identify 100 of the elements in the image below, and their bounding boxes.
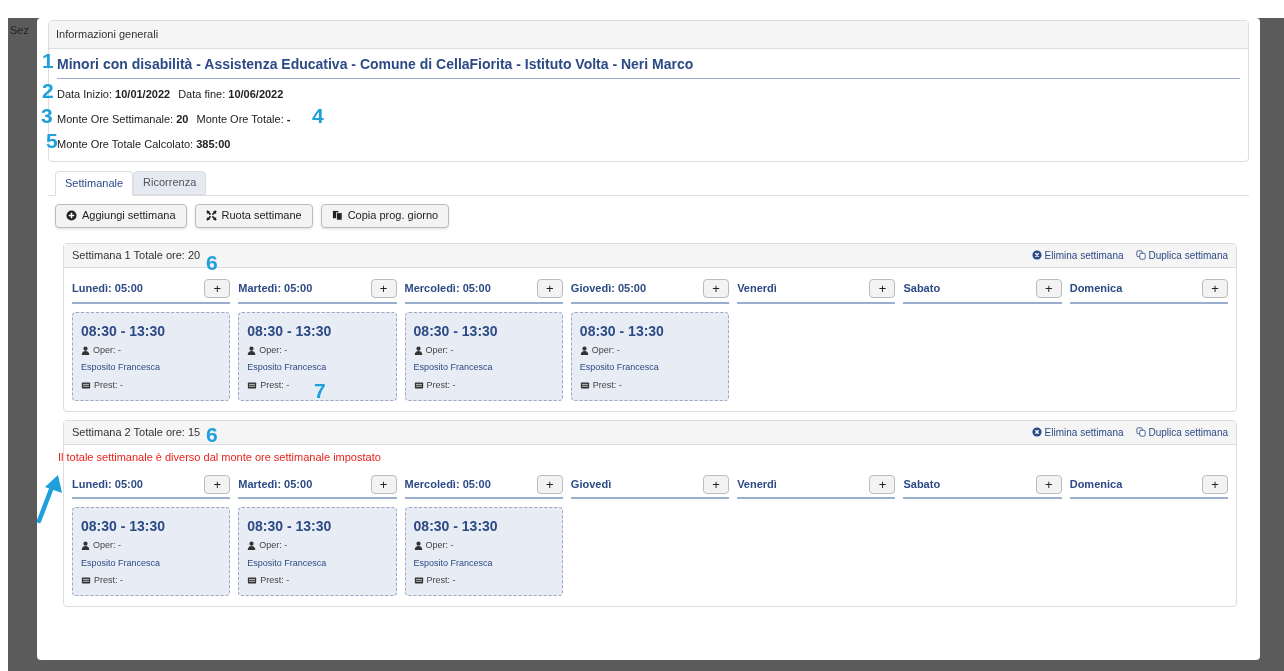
day-label: Sabato <box>903 476 941 492</box>
card-icon <box>413 380 424 390</box>
day-label: Mercoledì: 05:00 <box>404 281 491 297</box>
annotation-number: 6 <box>206 424 218 445</box>
time-range: 08:30 - 13:30 <box>413 517 499 536</box>
time-range: 08:30 - 13:30 <box>413 321 499 341</box>
operator-name: Esposito Francesca <box>579 361 660 374</box>
day-label: Domenica <box>1069 281 1123 297</box>
time-slot-card[interactable]: 08:30 - 13:30 Oper: - Esposito Francesca Prest: - <box>72 311 231 401</box>
annotation-number: 4 <box>312 105 324 126</box>
toolbar-button[interactable]: Copia prog. giorno <box>320 203 450 228</box>
operator-text: Oper: - <box>259 343 288 357</box>
day-label: Sabato <box>903 281 941 297</box>
panel-heading: Informazioni generali <box>49 21 1248 49</box>
add-button[interactable]: + <box>703 279 730 298</box>
operator-name: Esposito Francesca <box>413 361 494 374</box>
week-action-link[interactable]: Elimina settimana <box>1031 247 1124 263</box>
toolbar-button[interactable]: Ruota settimane <box>194 203 313 228</box>
info-field: Monte Ore Totale: - <box>196 110 291 128</box>
day-label: Domenica <box>1069 476 1123 492</box>
copy-icon <box>1135 250 1146 260</box>
day-label: Lunedì: 05:00 <box>72 281 143 297</box>
record-title: Minori con disabilità - Assistenza Educativa - Comune di CellaFiorita - Istituto Volta - Neri Marco <box>57 53 1240 79</box>
annotation-number: 1 <box>42 50 54 71</box>
card-icon <box>81 576 91 586</box>
annotation-number: 7 <box>314 380 326 401</box>
annotation-number: 5 <box>46 130 58 151</box>
user-icon <box>81 541 90 551</box>
time-slot-card[interactable]: 08:30 - 13:30 Oper: - Esposito Francesca Prest: - <box>570 311 730 401</box>
time-range: 08:30 - 13:30 <box>579 321 665 341</box>
tab[interactable]: Settimanale <box>55 170 134 196</box>
service-text: Prest: - <box>260 574 290 587</box>
operator-text: Oper: - <box>591 343 620 357</box>
week-action-link[interactable]: Elimina settimana <box>1031 424 1124 440</box>
card-icon <box>247 576 258 586</box>
user-icon <box>247 541 257 551</box>
copy-icon <box>331 210 343 221</box>
operator-name: Esposito Francesca <box>81 556 162 570</box>
tab[interactable]: Ricorrenza <box>133 170 207 195</box>
add-button[interactable]: + <box>1035 474 1062 494</box>
operator-text: Oper: - <box>425 539 454 552</box>
annotation-number: 6 <box>206 252 218 273</box>
day-label: Martedì: 05:00 <box>238 281 313 297</box>
day-label: Martedì: 05:00 <box>238 476 313 492</box>
info-field: Data Inizio: 10/01/2022 <box>57 85 171 103</box>
add-button[interactable]: + <box>204 474 231 494</box>
add-button[interactable]: + <box>1035 279 1062 298</box>
add-button[interactable]: + <box>869 474 896 494</box>
time-range: 08:30 - 13:30 <box>247 321 333 341</box>
add-button[interactable]: + <box>536 279 563 298</box>
week-action-link[interactable]: Duplica settimana <box>1135 424 1228 440</box>
user-icon <box>413 541 423 551</box>
operator-text: Oper: - <box>93 539 121 552</box>
card-icon <box>413 576 424 586</box>
add-button[interactable]: + <box>370 474 397 494</box>
plus-circle-icon <box>66 210 77 221</box>
day-label: Mercoledì: 05:00 <box>404 476 491 492</box>
time-range: 08:30 - 13:30 <box>81 517 167 536</box>
remove-circle-icon <box>1031 250 1042 260</box>
operator-name: Esposito Francesca <box>247 361 328 374</box>
remove-circle-icon <box>1031 427 1042 437</box>
operator-text: Oper: - <box>259 539 288 552</box>
operator-text: Oper: - <box>93 343 121 357</box>
warning-message: Il totale settimanale è diverso dal monte ore settimanale impostato <box>58 449 382 465</box>
info-field: Data fine: 10/06/2022 <box>178 85 284 103</box>
add-button[interactable]: + <box>536 474 563 494</box>
annotation-number: 3 <box>41 105 53 126</box>
user-icon <box>81 345 90 355</box>
time-slot-card[interactable]: 08:30 - 13:30 Oper: - Esposito Francesca Prest: - <box>72 507 231 596</box>
add-button[interactable]: + <box>1202 474 1228 494</box>
expand-arrows-icon <box>205 210 217 221</box>
day-label: Venerdì <box>737 281 777 297</box>
week-title: Settimana 1 Totale ore: 20 <box>72 247 201 263</box>
time-range: 08:30 - 13:30 <box>81 321 167 341</box>
add-button[interactable]: + <box>703 474 730 494</box>
card-icon <box>579 380 590 390</box>
user-icon <box>247 345 257 355</box>
add-button[interactable]: + <box>370 279 397 298</box>
week-action-link[interactable]: Duplica settimana <box>1135 247 1228 263</box>
info-field: Monte Ore Totale Calcolato: 385:00 <box>57 135 231 153</box>
card-icon <box>247 380 258 390</box>
time-slot-card[interactable]: 08:30 - 13:30 Oper: - Esposito Francesca Prest: - <box>238 507 397 596</box>
service-text: Prest: - <box>426 378 456 392</box>
service-text: Prest: - <box>426 574 456 587</box>
operator-text: Oper: - <box>425 343 454 357</box>
add-button[interactable]: + <box>204 279 231 298</box>
service-text: Prest: - <box>94 574 123 587</box>
toolbar-button[interactable]: Aggiungi settimana <box>55 203 187 228</box>
add-button[interactable]: + <box>869 279 896 298</box>
service-text: Prest: - <box>260 378 290 392</box>
day-label: Giovedì: 05:00 <box>570 281 647 297</box>
add-button[interactable]: + <box>1202 279 1228 298</box>
day-label: Giovedì <box>570 476 612 492</box>
time-slot-card[interactable]: 08:30 - 13:30 Oper: - Esposito Francesca Prest: - <box>404 311 563 401</box>
operator-name: Esposito Francesca <box>81 361 162 374</box>
time-range: 08:30 - 13:30 <box>247 517 333 536</box>
info-field: Monte Ore Settimanale: 20 <box>57 110 189 128</box>
background-text: Sez <box>10 23 29 38</box>
time-slot-card[interactable]: 08:30 - 13:30 Oper: - Esposito Francesca Prest: - <box>404 507 563 596</box>
operator-name: Esposito Francesca <box>413 556 494 570</box>
